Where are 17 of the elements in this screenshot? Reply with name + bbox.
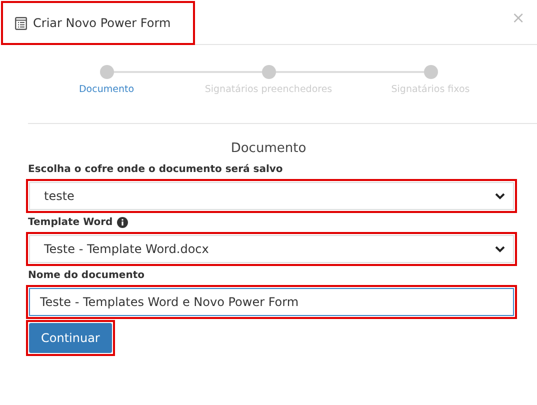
field-label: Escolha o cofre onde o documento será salvo	[28, 164, 283, 175]
chevron-down-icon	[495, 246, 505, 252]
step-dot	[100, 65, 114, 79]
field-label: Template Word	[28, 217, 113, 228]
step-label[interactable]: Documento	[78, 84, 134, 95]
step-dot	[262, 65, 276, 79]
continue-button[interactable]: Continuar	[29, 323, 112, 353]
chevron-down-icon	[495, 192, 505, 200]
step-dot	[424, 65, 438, 79]
form-icon	[15, 16, 27, 30]
text-input[interactable]: Teste - Templates Word e Novo Power Form	[29, 288, 514, 316]
field-label: Nome do documento	[28, 270, 144, 281]
info-icon[interactable]	[116, 217, 128, 228]
section-title: Documento	[230, 141, 308, 156]
dropdown[interactable]: teste	[29, 182, 514, 210]
dialog-title: Criar Novo Power Form	[33, 16, 171, 30]
dropdown[interactable]: Teste - Template Word.docx	[29, 235, 514, 263]
